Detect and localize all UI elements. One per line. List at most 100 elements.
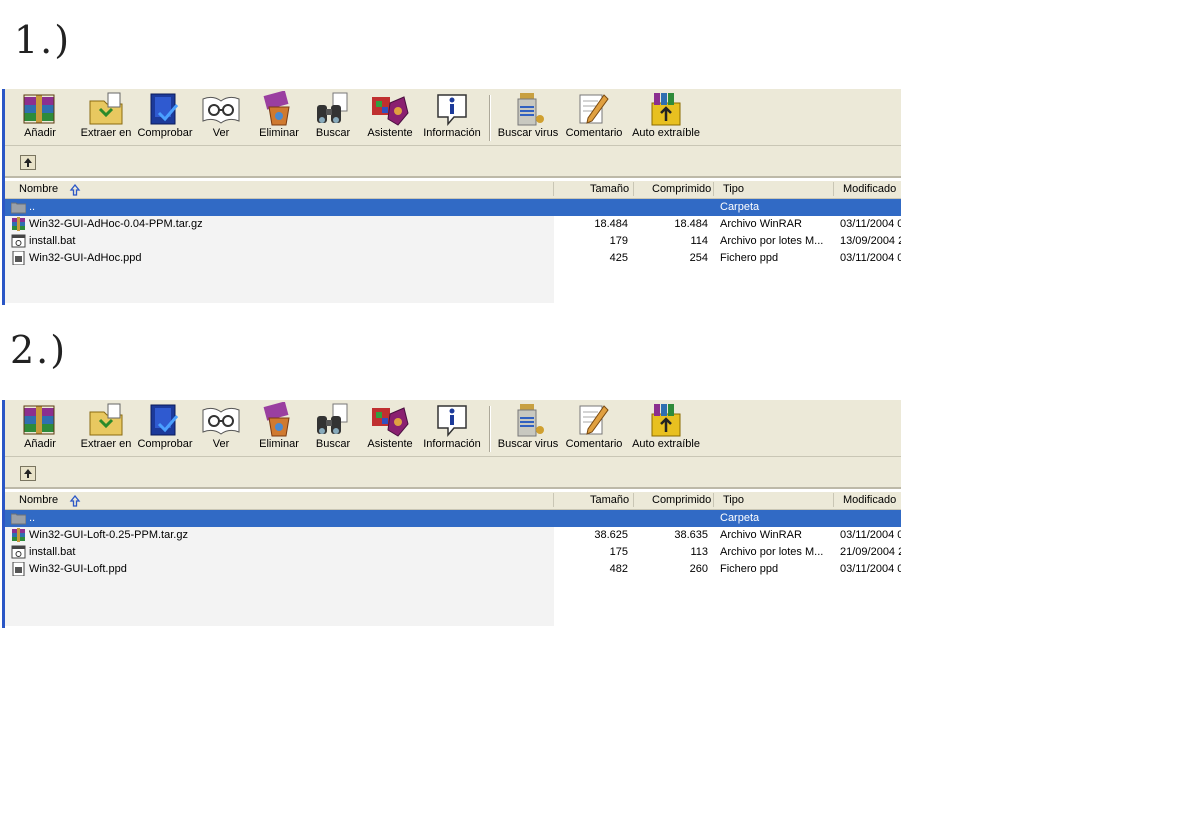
column-name[interactable]: Nombre	[19, 494, 58, 506]
virus-scan-icon	[508, 402, 548, 438]
toolbar-label: Asistente	[367, 127, 413, 139]
address-bar	[5, 457, 901, 489]
file-row[interactable]: install.bat 179 114 Archivo por lotes M... 1…	[5, 233, 901, 250]
info-icon	[432, 91, 472, 127]
extract-icon	[86, 402, 126, 438]
file-row[interactable]: install.bat 175 113 Archivo por lotes M... 2…	[5, 544, 901, 561]
toolbar: Añadir Extraer en Comprobar Ver Eliminar Busc…	[5, 89, 901, 146]
column-size[interactable]: Tamaño	[590, 183, 629, 195]
up-arrow-icon	[24, 158, 32, 167]
column-modified[interactable]: Modificado	[843, 494, 896, 506]
column-header: Nombre Tamaño Comprimido Tipo Modificado	[5, 181, 901, 199]
sfx-icon	[646, 402, 686, 438]
view-button[interactable]: Ver	[201, 91, 241, 143]
file-name: ..	[29, 201, 36, 213]
file-name: Win32-GUI-Loft-0.25-PPM.tar.gz	[29, 529, 188, 541]
sfx-button[interactable]: Auto extraíble	[630, 402, 702, 454]
up-folder-button[interactable]	[20, 155, 36, 170]
virus-scan-button[interactable]: Buscar virus	[496, 402, 560, 454]
info-button[interactable]: Información	[420, 402, 484, 454]
toolbar: Añadir Extraer en Comprobar Ver Eliminar Busc…	[5, 400, 901, 457]
column-divider[interactable]	[833, 493, 834, 507]
file-row[interactable]: .. Carpeta	[5, 510, 901, 527]
sfx-button[interactable]: Auto extraíble	[630, 91, 702, 143]
test-button[interactable]: Comprobar	[135, 91, 195, 143]
test-icon	[145, 402, 185, 438]
column-modified[interactable]: Modificado	[843, 183, 896, 195]
sort-ascending-icon	[69, 495, 81, 507]
file-row[interactable]: Win32-GUI-Loft.ppd 482 260 Fichero ppd 03/11…	[5, 561, 901, 578]
handwritten-label-2: 2.)	[10, 328, 68, 372]
extract-to-button[interactable]: Extraer en	[78, 91, 134, 143]
toolbar-label: Ver	[212, 127, 230, 139]
file-row[interactable]: Win32-GUI-Loft-0.25-PPM.tar.gz 38.625 38.6…	[5, 527, 901, 544]
file-name: Win32-GUI-AdHoc.ppd	[29, 252, 142, 264]
column-divider[interactable]	[833, 182, 834, 196]
toolbar-label: Añadir	[24, 438, 56, 450]
column-size[interactable]: Tamaño	[590, 494, 629, 506]
file-row[interactable]: Win32-GUI-AdHoc.ppd 425 254 Fichero ppd 03/1…	[5, 250, 901, 267]
wizard-button[interactable]: Asistente	[363, 402, 417, 454]
address-bar	[5, 146, 901, 178]
find-button[interactable]: Buscar	[310, 91, 356, 143]
file-packed: 114	[690, 235, 708, 247]
virus-scan-icon	[508, 91, 548, 127]
file-name: Win32-GUI-AdHoc-0.04-PPM.tar.gz	[29, 218, 203, 230]
delete-button[interactable]: Eliminar	[256, 402, 302, 454]
column-type[interactable]: Tipo	[723, 183, 744, 195]
find-button[interactable]: Buscar	[310, 402, 356, 454]
column-divider[interactable]	[633, 493, 634, 507]
column-packed[interactable]: Comprimido	[652, 494, 711, 506]
toolbar-label: Comentario	[565, 127, 623, 139]
toolbar-label: Buscar virus	[497, 127, 559, 139]
comment-button[interactable]: Comentario	[564, 91, 624, 143]
comment-button[interactable]: Comentario	[564, 402, 624, 454]
file-type: Archivo por lotes M...	[720, 546, 824, 558]
test-icon	[145, 91, 185, 127]
delete-icon	[259, 91, 299, 127]
wizard-button[interactable]: Asistente	[363, 91, 417, 143]
file-packed: 113	[690, 546, 708, 558]
file-packed: 38.635	[674, 529, 708, 541]
file-size: 175	[609, 546, 628, 558]
file-row[interactable]: Win32-GUI-AdHoc-0.04-PPM.tar.gz 18.484 18.…	[5, 216, 901, 233]
sfx-icon	[646, 91, 686, 127]
delete-button[interactable]: Eliminar	[256, 91, 302, 143]
toolbar-label: Eliminar	[259, 127, 299, 139]
view-icon	[201, 91, 241, 127]
toolbar-label: Buscar	[315, 438, 351, 450]
test-button[interactable]: Comprobar	[135, 402, 195, 454]
toolbar-separator	[489, 406, 491, 452]
file-row[interactable]: .. Carpeta	[5, 199, 901, 216]
info-icon	[432, 402, 472, 438]
add-button[interactable]: Añadir	[18, 91, 62, 143]
column-divider[interactable]	[713, 182, 714, 196]
extract-to-button[interactable]: Extraer en	[78, 402, 134, 454]
view-button[interactable]: Ver	[201, 402, 241, 454]
file-modified: 03/11/2004 0	[840, 529, 901, 541]
file-list: Nombre Tamaño Comprimido Tipo Modificado.. Ca…	[5, 492, 901, 626]
toolbar-label: Añadir	[24, 127, 56, 139]
file-type: Carpeta	[720, 512, 760, 524]
column-divider[interactable]	[553, 182, 554, 196]
file-size: 18.484	[594, 218, 628, 230]
info-button[interactable]: Información	[420, 91, 484, 143]
column-packed[interactable]: Comprimido	[652, 183, 711, 195]
file-name: ..	[29, 512, 36, 524]
add-button[interactable]: Añadir	[18, 402, 62, 454]
toolbar-label: Asistente	[367, 438, 413, 450]
add-icon	[20, 91, 60, 127]
wizard-icon	[370, 402, 410, 438]
virus-scan-button[interactable]: Buscar virus	[496, 91, 560, 143]
file-type: Archivo por lotes M...	[720, 235, 824, 247]
toolbar-label: Comprobar	[137, 438, 193, 450]
column-name[interactable]: Nombre	[19, 183, 58, 195]
file-name: Win32-GUI-Loft.ppd	[29, 563, 127, 575]
toolbar-label: Comentario	[565, 438, 623, 450]
file-modified: 03/11/2004 0	[840, 218, 901, 230]
column-type[interactable]: Tipo	[723, 494, 744, 506]
column-divider[interactable]	[553, 493, 554, 507]
up-folder-button[interactable]	[20, 466, 36, 481]
column-divider[interactable]	[713, 493, 714, 507]
column-divider[interactable]	[633, 182, 634, 196]
